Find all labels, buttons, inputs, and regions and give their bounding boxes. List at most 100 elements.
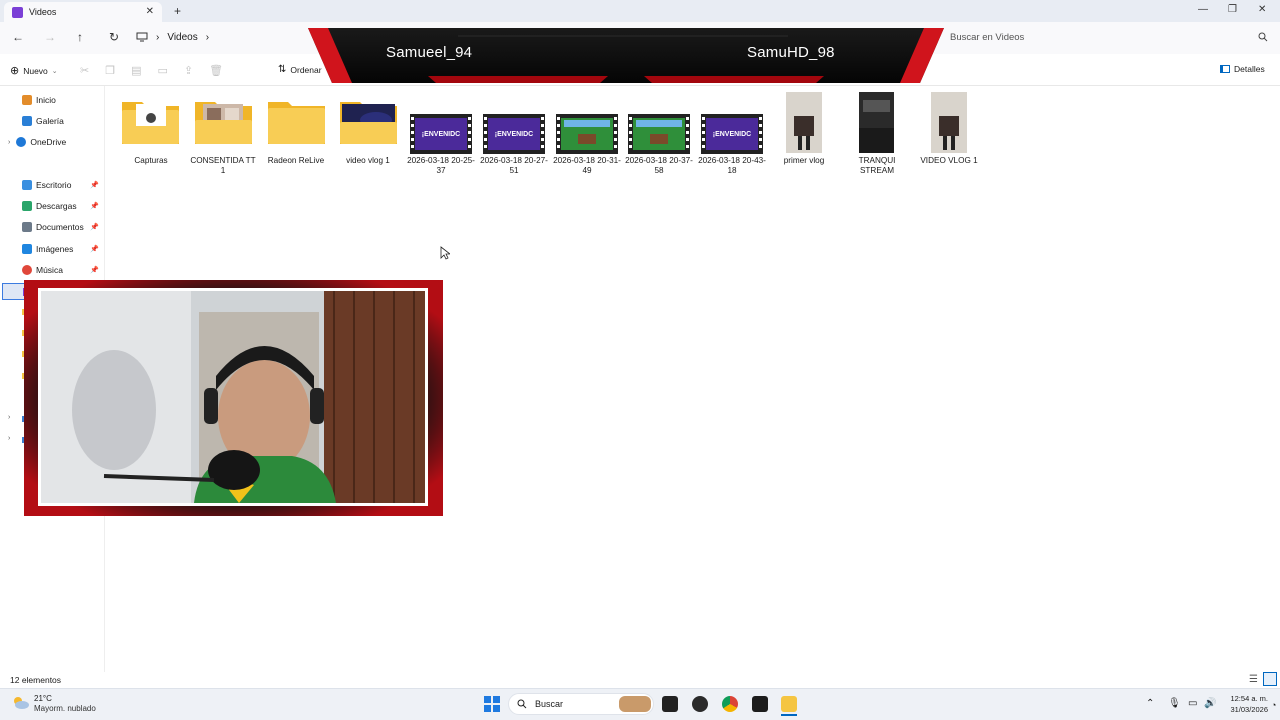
details-button[interactable]: Detalles (1220, 64, 1265, 74)
active-app-indicator (781, 714, 797, 716)
file-item-video-2026-03-18-20-31-49[interactable]: 2026-03-18 20-31-49 (553, 156, 621, 175)
file-item-video-2026-03-18-20-37-58[interactable]: 2026-03-18 20-37-58 (625, 156, 693, 175)
paste-icon[interactable]: ▤ (131, 64, 141, 77)
back-button[interactable]: ← (12, 30, 24, 44)
video-thumbnail (931, 92, 967, 153)
file-item-video-2026-03-18-20-43-18[interactable]: 2026-03-18 20-43-18 (698, 156, 766, 175)
file-label: 2026-03-18 20-43-18 (698, 156, 766, 175)
breadcrumb-chevron: › (205, 31, 210, 43)
copy-icon[interactable]: ❐ (105, 64, 115, 77)
folder-icon (195, 102, 252, 144)
pin-icon: 📌 (90, 224, 99, 231)
sidebar-item-label: Música (36, 265, 63, 275)
file-item-consentida[interactable]: CONSENTIDA TT 1 (189, 156, 257, 175)
sidebar-item-inicio[interactable]: Inicio (0, 91, 105, 109)
desktop-icon (22, 180, 32, 190)
taskbar-search[interactable]: Buscar (508, 693, 654, 715)
file-label: Capturas (134, 156, 168, 165)
rename-icon[interactable]: ▭ (158, 64, 168, 77)
close-window-button[interactable]: ✕ (1258, 4, 1266, 15)
forward-button[interactable]: → (44, 30, 56, 44)
disabled-actions: ✂ ❐ ▤ ▭ ⇪ 🗑 (80, 64, 223, 77)
search-box[interactable]: Buscar en Videos (944, 27, 1274, 47)
file-item-radeon-relive[interactable]: Radeon ReLive (262, 156, 330, 166)
maximize-button[interactable]: ❐ (1228, 4, 1237, 15)
overlay-right-name: SamuHD_98 (747, 44, 835, 61)
search-highlight-icon (619, 696, 651, 712)
file-item-video-vlog-1[interactable]: video vlog 1 (334, 156, 402, 166)
sidebar-item-label: Galería (36, 116, 64, 126)
video-thumbnail (786, 92, 822, 153)
weather-desc[interactable]: Mayorm. nublado (34, 704, 96, 713)
clock-time[interactable]: 12:54 a. m. (1226, 694, 1268, 703)
computer-icon (136, 32, 148, 42)
chevron-right-icon: › (8, 138, 11, 146)
item-count: 12 elementos (10, 675, 62, 685)
video-thumbnail (628, 114, 690, 154)
file-label: Radeon ReLive (267, 156, 325, 165)
task-view-icon[interactable] (662, 696, 678, 712)
gallery-icon (22, 116, 32, 126)
sidebar-item-musica[interactable]: Música 📌 (0, 261, 105, 279)
minimize-button[interactable]: — (1198, 4, 1208, 15)
volume-icon[interactable]: 🔊 (1204, 698, 1216, 709)
search-input[interactable]: Buscar en Videos (950, 32, 1024, 43)
start-button[interactable] (484, 696, 500, 712)
search-icon (517, 699, 527, 709)
mouse-cursor-icon (440, 246, 450, 260)
webcam-overlay (24, 280, 443, 516)
chevron-right-icon[interactable]: › (8, 414, 10, 421)
file-label: 2026-03-18 20-27-51 (480, 156, 548, 175)
chevron-up-icon[interactable]: ⌃ (1146, 698, 1154, 709)
breadcrumb-videos[interactable]: Videos (167, 32, 197, 43)
new-tab-button[interactable]: + (174, 4, 181, 18)
sidebar-item-onedrive[interactable]: › OneDrive (0, 133, 105, 151)
video-thumbnail: ¡ENVENIDC (483, 114, 545, 154)
tab-videos[interactable]: Videos ✕ (4, 2, 162, 22)
close-tab-button[interactable]: ✕ (146, 6, 154, 17)
cloud-icon (16, 137, 27, 147)
file-label: primer vlog (783, 156, 825, 165)
chevron-right-icon[interactable]: › (8, 435, 10, 442)
file-item-video-vlog-1-file[interactable]: VIDEO VLOG 1 (915, 156, 983, 166)
images-icon (22, 244, 32, 254)
weather-temp[interactable]: 21°C (34, 694, 52, 703)
file-label: VIDEO VLOG 1 (920, 156, 978, 165)
delete-icon[interactable]: 🗑 (209, 64, 223, 77)
clock-date[interactable]: 31/03/2026 (1226, 705, 1268, 714)
cut-icon[interactable]: ✂ (80, 64, 89, 77)
file-explorer-icon[interactable] (781, 696, 797, 712)
sidebar-item-label: Inicio (36, 95, 56, 105)
file-item-video-2026-03-18-20-25-37[interactable]: 2026-03-18 20-25-37 (407, 156, 475, 175)
sidebar-item-documentos[interactable]: Documentos 📌 (0, 218, 105, 236)
capcut-icon[interactable] (752, 696, 768, 712)
sidebar-item-galeria[interactable]: Galería (0, 112, 105, 130)
pin-icon: 📌 (90, 203, 99, 210)
sidebar-item-escritorio[interactable]: Escritorio 📌 (0, 176, 105, 194)
microphone-icon[interactable]: 🎙 (1168, 698, 1181, 709)
new-button[interactable]: ⊕ Nuevo ⌄ (10, 64, 58, 77)
notification-icon[interactable]: ◔ (1271, 700, 1276, 710)
refresh-button[interactable]: ↻ (109, 30, 119, 44)
thumb-text: ¡ENVENIDC (713, 131, 752, 138)
chrome-icon[interactable] (722, 696, 738, 712)
sidebar-item-descargas[interactable]: Descargas 📌 (0, 197, 105, 215)
share-icon[interactable]: ⇪ (184, 64, 193, 77)
sidebar-item-imagenes[interactable]: Imágenes 📌 (0, 240, 105, 258)
tiles-view-icon[interactable] (1263, 672, 1277, 686)
file-item-capturas[interactable]: Capturas (117, 156, 185, 166)
list-view-icon[interactable]: ☰ (1249, 674, 1258, 685)
address-bar[interactable]: › Videos › (136, 27, 316, 47)
file-item-primer-vlog[interactable]: primer vlog (770, 156, 838, 166)
video-thumbnail (556, 114, 618, 154)
obs-icon[interactable] (692, 696, 708, 712)
file-item-tranqui-stream[interactable]: TRANQUI STREAM (843, 156, 911, 175)
folder-icon (122, 102, 179, 144)
search-icon (1258, 32, 1268, 42)
details-pane-icon (1220, 65, 1230, 73)
file-item-video-2026-03-18-20-27-51[interactable]: 2026-03-18 20-27-51 (480, 156, 548, 175)
display-icon[interactable]: ▭ (1188, 698, 1197, 709)
up-button[interactable]: ↑ (77, 30, 83, 44)
title-bar (0, 0, 1280, 22)
sidebar-item-label: Descargas (36, 201, 77, 211)
